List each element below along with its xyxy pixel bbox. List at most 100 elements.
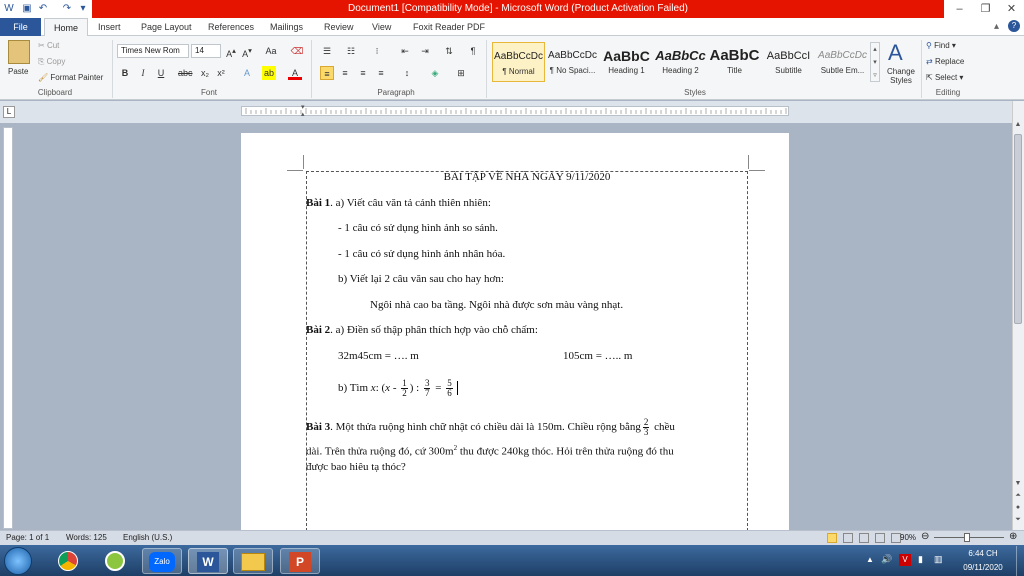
highlight-icon[interactable]: ab (262, 66, 276, 80)
borders-icon[interactable]: ⊞ (454, 66, 468, 80)
minimize-ribbon-icon[interactable]: ▴ (994, 21, 999, 32)
select-browse-object-icon[interactable]: ● (1013, 504, 1023, 514)
bullets-icon[interactable]: ☰ (320, 44, 334, 58)
justify-icon[interactable]: ≡ (374, 66, 388, 80)
paste-icon[interactable] (8, 40, 30, 64)
multilevel-list-icon[interactable]: ⁝ (370, 44, 384, 58)
battery-icon[interactable]: ▮ (918, 554, 923, 565)
font-size-combo[interactable]: 14 (191, 44, 221, 58)
format-painter-button[interactable]: 🖌 Format Painter (38, 73, 103, 82)
tab-mailings[interactable]: Mailings (264, 18, 309, 36)
previous-page-icon[interactable]: ⏶ (1013, 492, 1023, 502)
paste-button[interactable]: Paste (8, 67, 28, 76)
italic-icon[interactable]: I (136, 66, 150, 80)
customize-quick-access-icon[interactable]: ▾ (76, 2, 90, 15)
indent-marker-icon[interactable]: ▾ ▴ (301, 104, 308, 118)
zoom-in-icon[interactable]: ⊕ (1009, 531, 1017, 542)
web-layout-view-icon[interactable] (859, 533, 869, 543)
style-heading-1[interactable]: AaBbC Heading 1 (600, 42, 653, 82)
tab-references[interactable]: References (202, 18, 260, 36)
zalo-icon[interactable]: Zalo (142, 548, 182, 574)
font-name-combo[interactable]: Times New Rom (117, 44, 189, 58)
superscript-icon[interactable]: x² (214, 66, 228, 80)
redo-icon[interactable]: ↷ (60, 2, 74, 15)
tab-review[interactable]: Review (318, 18, 360, 36)
word-count[interactable]: Words: 125 (66, 533, 107, 542)
text-effects-icon[interactable]: A (240, 66, 254, 80)
bold-icon[interactable]: B (118, 66, 132, 80)
font-color-icon[interactable]: A (288, 66, 302, 80)
zoom-out-icon[interactable]: ⊖ (921, 531, 929, 542)
tab-selector-icon[interactable]: L (3, 106, 15, 118)
subscript-icon[interactable]: x₂ (198, 66, 212, 80)
scroll-up-icon[interactable]: ▲ (1013, 121, 1023, 131)
horizontal-ruler[interactable] (241, 106, 789, 116)
page-count[interactable]: Page: 1 of 1 (6, 533, 49, 542)
numbering-icon[interactable]: ☷ (344, 44, 358, 58)
style-title[interactable]: AaBbC Title (708, 42, 761, 82)
zoom-level[interactable]: 90% (900, 533, 916, 542)
align-right-icon[interactable]: ≡ (356, 66, 370, 80)
show-hidden-icons-icon[interactable]: ▲ (866, 555, 874, 564)
style-normal[interactable]: AaBbCcDc ¶ Normal (492, 42, 545, 82)
align-left-icon[interactable]: ≡ (320, 66, 334, 80)
powerpoint-icon[interactable]: P (280, 548, 320, 574)
volume-icon[interactable]: 🔊 (881, 554, 892, 565)
minimize-button[interactable]: – (946, 0, 973, 18)
line-spacing-icon[interactable]: ↕ (400, 66, 414, 80)
vertical-ruler[interactable] (3, 127, 13, 529)
style-subtle-emphasis[interactable]: AaBbCcDc Subtle Em... (816, 42, 869, 82)
select-button[interactable]: ⇱ Select ▾ (926, 73, 963, 82)
strikethrough-icon[interactable]: abc (178, 66, 193, 80)
start-button[interactable] (4, 547, 32, 575)
outline-view-icon[interactable] (875, 533, 885, 543)
tab-view[interactable]: View (366, 18, 397, 36)
sort-icon[interactable]: ⇅ (442, 44, 456, 58)
antivirus-icon[interactable]: V (899, 554, 911, 566)
clear-formatting-icon[interactable]: ⌫ (290, 44, 304, 58)
decrease-indent-icon[interactable]: ⇤ (398, 44, 412, 58)
help-icon[interactable]: ? (1008, 20, 1020, 32)
tab-file[interactable]: File (0, 18, 41, 36)
undo-icon[interactable]: ↶ (36, 2, 50, 15)
scroll-down-icon[interactable]: ▼ (1013, 480, 1023, 490)
find-button[interactable]: ⚲ Find ▾ (926, 41, 956, 50)
tab-insert[interactable]: Insert (92, 18, 127, 36)
restore-button[interactable]: ❐ (972, 0, 999, 18)
replace-button[interactable]: ⇄ Replace (926, 57, 964, 66)
increase-indent-icon[interactable]: ⇥ (418, 44, 432, 58)
clock-time[interactable]: 6:44 CH (955, 549, 1011, 558)
zoom-slider-thumb[interactable] (964, 533, 970, 542)
styles-scroll-icon[interactable]: ▴ ▾ ▿ (870, 42, 880, 82)
tab-home[interactable]: Home (44, 18, 88, 37)
scrollbar-thumb[interactable] (1014, 134, 1022, 324)
clock-date[interactable]: 09/11/2020 (955, 563, 1011, 572)
language-indicator[interactable]: English (U.S.) (123, 533, 172, 542)
show-formatting-marks-icon[interactable]: ¶ (466, 44, 480, 58)
change-styles-button[interactable]: Change Styles (884, 67, 918, 85)
style-subtitle[interactable]: AaBbCcI Subtitle (762, 42, 815, 82)
shrink-font-icon[interactable]: A▾ (240, 44, 254, 59)
coccoc-icon[interactable] (95, 548, 135, 574)
style-no-spacing[interactable]: AaBbCcDc ¶ No Spaci... (546, 42, 599, 82)
tab-foxit-reader-pdf[interactable]: Foxit Reader PDF (407, 18, 491, 36)
chrome-icon[interactable] (48, 548, 88, 574)
change-styles-icon[interactable]: A (888, 40, 908, 66)
word-taskbar-icon[interactable]: W (188, 548, 228, 574)
underline-icon[interactable]: U (154, 66, 168, 80)
align-center-icon[interactable]: ≡ (338, 66, 352, 80)
print-layout-view-icon[interactable] (827, 533, 837, 543)
network-icon[interactable]: ▥ (934, 554, 943, 565)
full-screen-view-icon[interactable] (843, 533, 853, 543)
save-icon[interactable]: ▣ (20, 2, 34, 15)
close-button[interactable]: ✕ (998, 0, 1024, 18)
style-heading-2[interactable]: AaBbCc Heading 2 (654, 42, 707, 82)
shading-icon[interactable]: ◈ (428, 66, 442, 80)
change-case-icon[interactable]: Aa (264, 44, 278, 58)
tab-page-layout[interactable]: Page Layout (135, 18, 198, 36)
show-desktop-button[interactable] (1016, 546, 1024, 576)
cut-button[interactable]: ✂ Cut (38, 41, 59, 50)
next-page-icon[interactable]: ⏷ (1013, 516, 1023, 526)
copy-button[interactable]: ⎘ Copy (38, 57, 65, 67)
file-explorer-icon[interactable] (233, 548, 273, 574)
